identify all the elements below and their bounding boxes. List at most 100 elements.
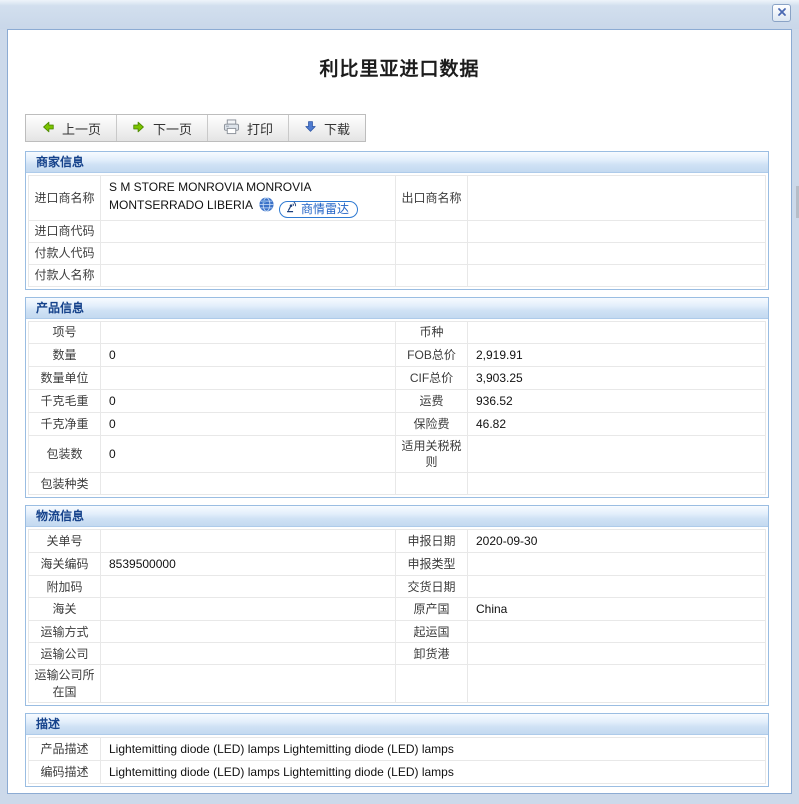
merchant-table: 进口商名称 S M STORE MONROVIA MONROVIA MONTSE…	[28, 175, 766, 287]
prev-page-button[interactable]: 上一页	[26, 115, 118, 141]
table-row: 数量单位 CIF总价 3,903.25	[28, 366, 766, 390]
table-row: 包装数 0 适用关税税则	[28, 434, 766, 474]
section-merchant-title: 商家信息	[26, 152, 768, 173]
field-label: 运输公司所在国	[28, 664, 101, 703]
background-page-strip	[0, 794, 799, 804]
field-label: 千克毛重	[28, 389, 101, 413]
field-value	[100, 242, 396, 265]
field-value	[467, 575, 766, 599]
close-button[interactable]	[772, 4, 791, 22]
radar-icon	[285, 200, 298, 218]
field-label: 千克净重	[28, 412, 101, 436]
field-label: 运输方式	[28, 620, 101, 644]
field-label: 原产国	[395, 597, 468, 622]
business-radar-badge[interactable]: 商情雷达	[279, 200, 359, 218]
field-label: 进口商名称	[28, 175, 101, 221]
description-table: 产品描述 Lightemitting diode (LED) lamps Lig…	[28, 736, 766, 784]
page-title: 利比里亚进口数据	[319, 59, 480, 80]
table-row: 付款人代码	[28, 242, 766, 265]
field-value: China	[467, 597, 766, 622]
field-label: 适用关税税则	[395, 434, 468, 474]
field-label: 币种	[395, 321, 468, 344]
table-row: 千克净重 0 保险费 46.82	[28, 412, 766, 436]
print-button[interactable]: 打印	[208, 115, 290, 141]
field-value	[467, 472, 766, 496]
field-label: 运费	[395, 389, 468, 413]
download-label: 下载	[324, 121, 351, 137]
field-label: 保险费	[395, 412, 468, 436]
next-page-button[interactable]: 下一页	[117, 115, 209, 141]
field-value	[100, 529, 396, 554]
field-label: 产品描述	[28, 736, 101, 761]
field-label: 付款人名称	[28, 264, 101, 287]
field-value: 0	[100, 389, 396, 413]
field-value	[467, 552, 766, 577]
table-row: 运输方式 起运国	[28, 620, 766, 644]
field-label	[395, 264, 468, 287]
section-description: 描述 产品描述 Lightemitting diode (LED) lamps …	[25, 712, 769, 787]
table-row: 千克毛重 0 运费 936.52	[28, 389, 766, 413]
globe-icon[interactable]	[259, 197, 274, 215]
table-row: 产品描述 Lightemitting diode (LED) lamps Lig…	[28, 736, 766, 761]
field-value: Lightemitting diode (LED) lamps Lightemi…	[100, 759, 766, 784]
section-product-info: 产品信息 项号 币种 数量 0 FOB总价 2,919.91 数量单位 CIF总…	[25, 297, 769, 499]
prev-page-label: 上一页	[62, 121, 102, 137]
field-label: 附加码	[28, 575, 101, 599]
field-label: 付款人代码	[28, 242, 101, 265]
print-label: 打印	[247, 121, 274, 137]
table-row: 项号 币种	[28, 321, 766, 344]
field-value: 0	[100, 412, 396, 436]
table-row: 进口商名称 S M STORE MONROVIA MONROVIA MONTSE…	[28, 175, 766, 221]
pager-toolbar: 上一页 下一页 打印 下载	[25, 114, 367, 142]
blue-arrow-down-icon	[304, 120, 317, 136]
field-value	[467, 220, 766, 243]
field-value	[467, 620, 766, 644]
table-row: 运输公司所在国	[28, 664, 766, 703]
field-label: 卸货港	[395, 642, 468, 666]
field-label	[395, 664, 468, 703]
green-arrow-right-icon	[132, 120, 146, 137]
field-label: 数量	[28, 343, 101, 367]
field-label: 海关编码	[28, 552, 101, 577]
download-button[interactable]: 下载	[289, 115, 365, 141]
field-value	[467, 434, 766, 474]
table-row: 进口商代码	[28, 220, 766, 243]
section-product-title: 产品信息	[26, 298, 768, 319]
close-icon	[777, 4, 787, 22]
field-value: 46.82	[467, 412, 766, 436]
field-value: 936.52	[467, 389, 766, 413]
field-value	[100, 575, 396, 599]
field-value: S M STORE MONROVIA MONROVIA MONTSERRADO …	[100, 175, 396, 221]
field-label: 海关	[28, 597, 101, 622]
field-label	[395, 472, 468, 496]
field-value	[467, 664, 766, 703]
field-label: 进口商代码	[28, 220, 101, 243]
table-row: 包装种类	[28, 472, 766, 496]
field-label: 编码描述	[28, 759, 101, 784]
table-row: 数量 0 FOB总价 2,919.91	[28, 343, 766, 367]
field-value	[467, 264, 766, 287]
field-value	[467, 642, 766, 666]
field-label	[395, 220, 468, 243]
field-value: 2020-09-30	[467, 529, 766, 554]
section-logistics-title: 物流信息	[26, 506, 768, 528]
field-value: 8539500000	[100, 552, 396, 577]
field-value	[100, 642, 396, 666]
field-label: 包装数	[28, 434, 101, 474]
field-label: FOB总价	[395, 343, 468, 367]
green-arrow-left-icon	[41, 120, 55, 137]
section-merchant-info: 商家信息 进口商名称 S M STORE MONROVIA MONROVIA M…	[25, 151, 769, 290]
table-row: 海关 原产国 China	[28, 597, 766, 622]
printer-icon	[223, 118, 240, 138]
field-value: Lightemitting diode (LED) lamps Lightemi…	[100, 736, 766, 761]
field-value	[100, 321, 396, 344]
field-label: 申报日期	[395, 529, 468, 554]
table-row: 编码描述 Lightemitting diode (LED) lamps Lig…	[28, 759, 766, 784]
field-value: 0	[100, 343, 396, 367]
dialog-content: 商家信息 进口商名称 S M STORE MONROVIA MONROVIA M…	[25, 151, 769, 787]
field-value	[100, 597, 396, 622]
field-label: 项号	[28, 321, 101, 344]
field-label: 申报类型	[395, 552, 468, 577]
field-value	[467, 321, 766, 344]
browser-top-bar	[0, 0, 799, 29]
